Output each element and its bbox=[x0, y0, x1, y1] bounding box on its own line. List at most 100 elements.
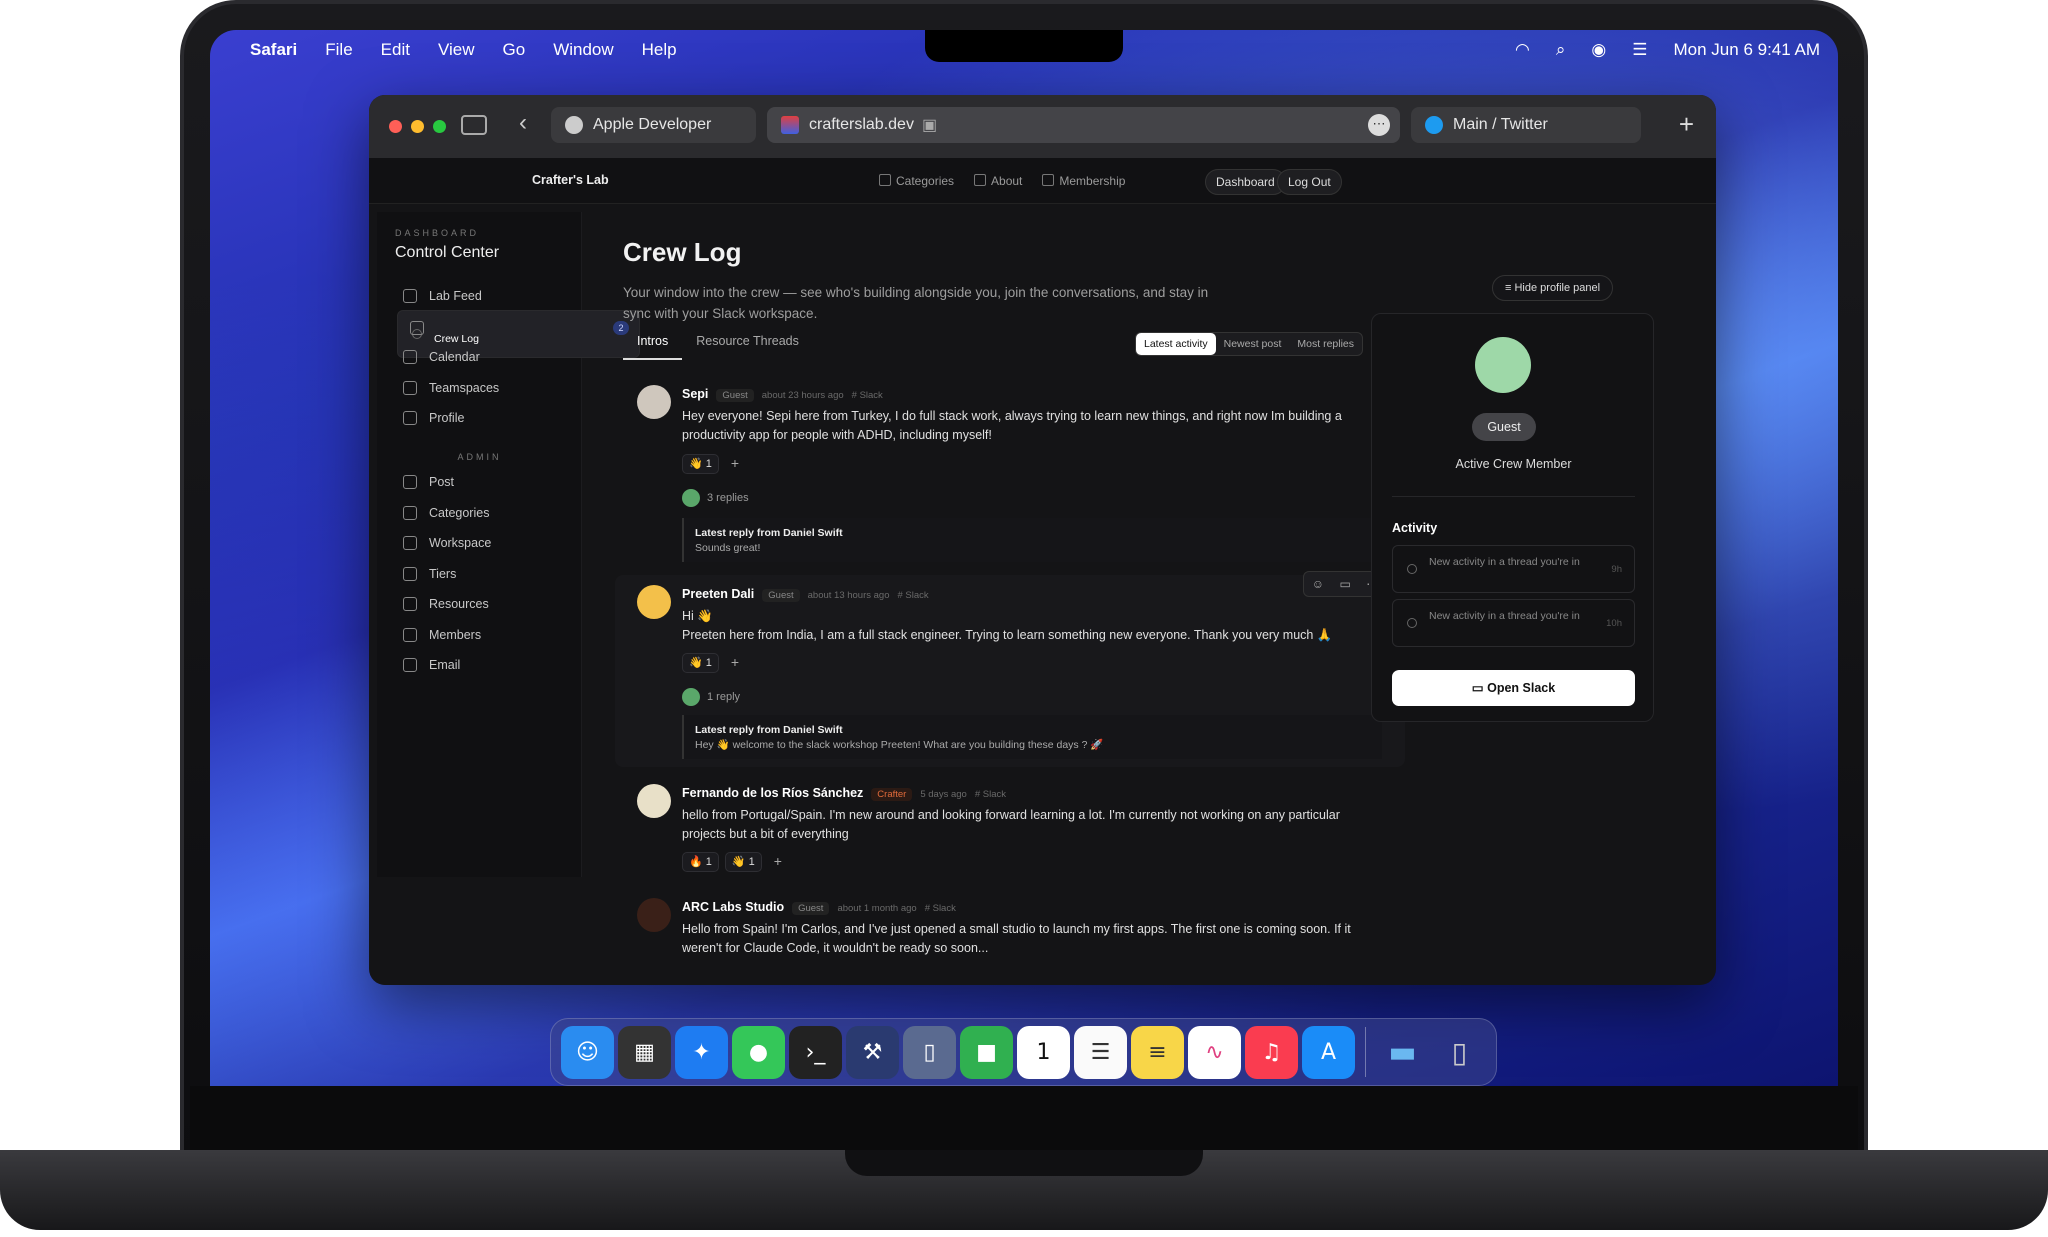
pen-icon bbox=[403, 475, 417, 489]
safari-window: ‹ Apple Developer crafterslab.dev ▣ ⋯ Main… bbox=[369, 95, 1716, 985]
user-icon[interactable]: ◉ bbox=[1591, 40, 1606, 60]
react-icon[interactable]: ☺ bbox=[1312, 577, 1324, 591]
reaction-wave[interactable]: 👋 1 bbox=[682, 653, 719, 673]
avatar bbox=[682, 688, 700, 706]
brand[interactable]: Crafter's Lab bbox=[532, 173, 609, 187]
facetime-icon[interactable]: ■ bbox=[960, 1025, 1013, 1079]
sidebar-item-teamspaces[interactable]: Teamspaces bbox=[391, 371, 577, 405]
wifi-icon[interactable]: ◠ bbox=[1515, 40, 1530, 60]
camera-notch bbox=[925, 30, 1123, 62]
source-label: # Slack bbox=[974, 789, 1006, 800]
simulator-icon[interactable]: ▯ bbox=[903, 1025, 956, 1079]
music-icon[interactable]: ♫ bbox=[1245, 1025, 1298, 1079]
layers-icon bbox=[403, 536, 417, 550]
source-label: # Slack bbox=[924, 903, 956, 914]
site-favicon bbox=[781, 116, 799, 134]
author-name[interactable]: ARC Labs Studio bbox=[682, 900, 784, 914]
reaction-wave[interactable]: 👋 1 bbox=[724, 852, 762, 872]
sidebar-item-lab-feed[interactable]: Lab Feed bbox=[391, 279, 577, 313]
author-name[interactable]: Fernando de los Ríos Sánchez bbox=[682, 786, 863, 800]
notes-icon[interactable]: ≡ bbox=[1131, 1025, 1184, 1079]
sidebar-toggle-icon[interactable] bbox=[461, 115, 487, 135]
safari-icon[interactable]: ✦ bbox=[675, 1025, 728, 1079]
tab-intros[interactable]: Intros bbox=[623, 334, 683, 360]
replies-link[interactable]: 3 replies bbox=[682, 489, 749, 507]
sidebar-item-post[interactable]: Post bbox=[391, 465, 577, 499]
back-icon[interactable]: ‹ bbox=[519, 109, 527, 137]
sidebar-item-categories[interactable]: Categories bbox=[391, 496, 577, 530]
author-name[interactable]: Preeten Dali bbox=[682, 587, 754, 601]
hide-profile-panel-button[interactable]: ≡ Hide profile panel bbox=[1492, 275, 1614, 301]
dashboard-button[interactable]: Dashboard bbox=[1205, 169, 1286, 195]
close-button[interactable] bbox=[389, 120, 402, 133]
avatar[interactable] bbox=[637, 784, 671, 818]
admin-caption: ADMIN bbox=[457, 452, 502, 462]
sidebar-item-profile[interactable]: Profile bbox=[391, 401, 577, 435]
timestamp: about 23 hours ago bbox=[761, 390, 844, 401]
role-badge: Guest bbox=[762, 589, 800, 602]
avatar[interactable] bbox=[637, 585, 671, 619]
reaction-wave[interactable]: 👋 1 bbox=[682, 454, 719, 474]
sidebar-item-members[interactable]: Members bbox=[391, 618, 577, 652]
search-icon[interactable]: ⌕ bbox=[1556, 40, 1566, 60]
menu-app[interactable]: Safari bbox=[250, 40, 297, 60]
reminders-icon[interactable]: ☰ bbox=[1074, 1025, 1127, 1079]
sidebar-item-email[interactable]: Email bbox=[391, 648, 577, 682]
tab-twitter[interactable]: Main / Twitter bbox=[1411, 107, 1641, 143]
calendar-icon bbox=[403, 350, 417, 364]
terminal-icon[interactable]: ›_ bbox=[789, 1025, 842, 1079]
profile-subtitle: Active Crew Member bbox=[1455, 457, 1572, 471]
replies-link[interactable]: 1 reply bbox=[682, 688, 740, 706]
reaction-fire[interactable]: 🔥 1 bbox=[682, 852, 719, 872]
latest-reply[interactable]: Latest reply from Daniel Swift Sounds gre… bbox=[682, 518, 1382, 562]
zoom-button[interactable] bbox=[433, 120, 446, 133]
menu-file[interactable]: File bbox=[325, 40, 352, 60]
more-icon[interactable]: ⋯ bbox=[1368, 114, 1390, 136]
messages-icon[interactable]: ● bbox=[732, 1025, 785, 1079]
minimize-button[interactable] bbox=[411, 120, 424, 133]
nav-categories[interactable]: Categories bbox=[879, 174, 954, 188]
sidebar-item-workspace[interactable]: Workspace bbox=[391, 526, 577, 560]
tab-resource-threads[interactable]: Resource Threads bbox=[682, 334, 813, 360]
app-store-icon[interactable]: A bbox=[1302, 1025, 1355, 1079]
menu-edit[interactable]: Edit bbox=[381, 40, 410, 60]
tab-apple-developer[interactable]: Apple Developer bbox=[551, 107, 756, 143]
menu-help[interactable]: Help bbox=[642, 40, 677, 60]
timestamp: about 1 month ago bbox=[837, 903, 917, 914]
tab-crafterslab[interactable]: crafterslab.dev ▣ ⋯ bbox=[767, 107, 1400, 143]
sidebar-item-resources[interactable]: Resources bbox=[391, 587, 577, 621]
reply-icon[interactable]: ▭ bbox=[1339, 577, 1350, 591]
add-reaction-button[interactable]: + bbox=[725, 653, 745, 673]
avatar[interactable] bbox=[637, 385, 671, 419]
trash-icon[interactable]: ▯ bbox=[1433, 1026, 1486, 1079]
folder-icon[interactable]: ▬ bbox=[1376, 1026, 1429, 1079]
menu-view[interactable]: View bbox=[438, 40, 475, 60]
menu-go[interactable]: Go bbox=[503, 40, 526, 60]
new-tab-button[interactable]: + bbox=[1679, 109, 1694, 140]
sidebar-item-tiers[interactable]: Tiers bbox=[391, 557, 577, 591]
add-reaction-button[interactable]: + bbox=[768, 852, 788, 872]
freeform-icon[interactable]: ∿ bbox=[1188, 1025, 1241, 1079]
open-slack-button[interactable]: ▭ Open Slack bbox=[1392, 670, 1635, 706]
finder-icon[interactable]: ☺ bbox=[561, 1025, 614, 1079]
activity-item[interactable]: New activity in a thread you're in 9h bbox=[1392, 545, 1635, 593]
sidebar-item-calendar[interactable]: Calendar bbox=[391, 340, 577, 374]
clock[interactable]: Mon Jun 6 9:41 AM bbox=[1674, 40, 1820, 60]
latest-reply[interactable]: Latest reply from Daniel Swift Hey 👋 welc… bbox=[682, 715, 1382, 759]
nav-membership[interactable]: Membership bbox=[1042, 174, 1125, 188]
control-center-icon[interactable]: ☰ bbox=[1632, 40, 1647, 60]
sort-most-replies[interactable]: Most replies bbox=[1289, 333, 1362, 355]
sort-latest-activity[interactable]: Latest activity bbox=[1136, 333, 1216, 355]
sort-newest-post[interactable]: Newest post bbox=[1216, 333, 1290, 355]
launchpad-icon[interactable]: ▦ bbox=[618, 1025, 671, 1079]
grid-icon bbox=[403, 289, 417, 303]
avatar[interactable] bbox=[637, 898, 671, 932]
nav-about[interactable]: About bbox=[974, 174, 1022, 188]
author-name[interactable]: Sepi bbox=[682, 387, 708, 401]
logout-button[interactable]: Log Out bbox=[1277, 169, 1342, 195]
activity-item[interactable]: New activity in a thread you're in 10h bbox=[1392, 599, 1635, 647]
xcode-icon[interactable]: ⚒ bbox=[846, 1025, 899, 1079]
calendar-icon[interactable]: 1 bbox=[1017, 1025, 1070, 1079]
menu-window[interactable]: Window bbox=[553, 40, 613, 60]
add-reaction-button[interactable]: + bbox=[725, 454, 745, 474]
